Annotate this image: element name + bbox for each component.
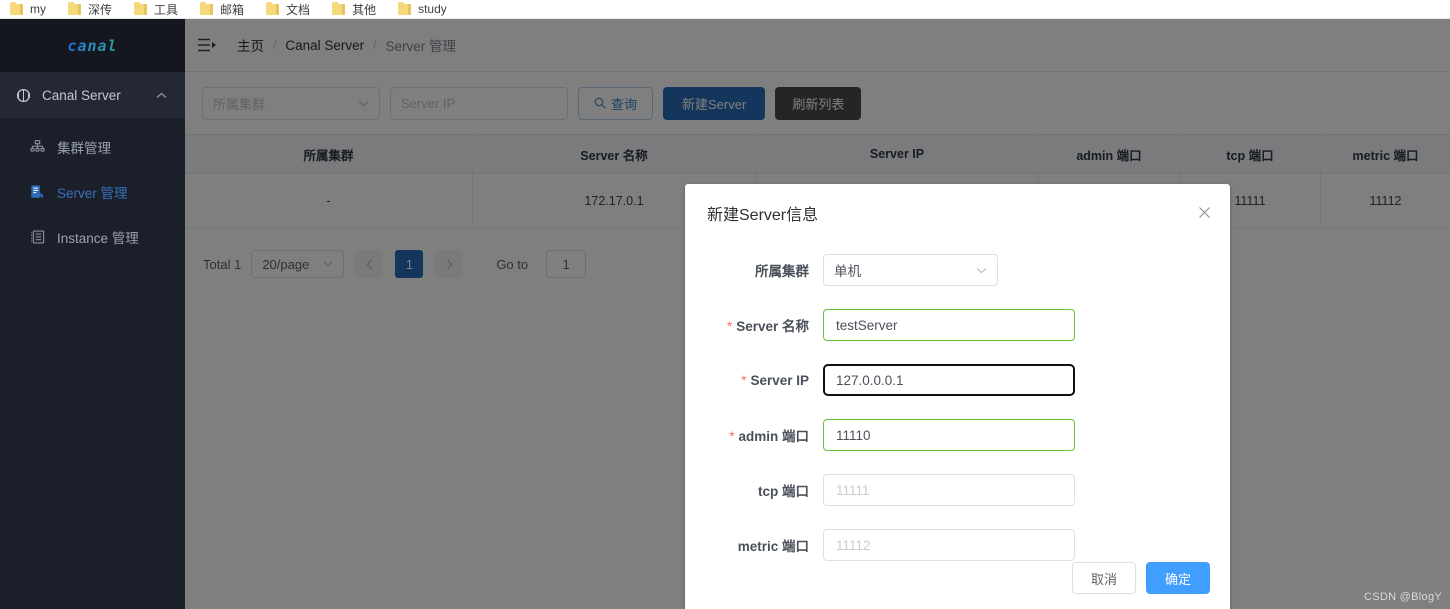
bookmark-label: 文档: [286, 2, 311, 17]
form-row-cluster: 所属集群 单机: [685, 254, 1230, 286]
bookmark-item[interactable]: 邮箱: [200, 0, 244, 19]
browser-bookmarks-bar: my 深传 工具 邮箱 文档 其他 study: [0, 0, 1450, 19]
label-server-ip: * Server IP: [685, 373, 823, 388]
required-marker: *: [726, 319, 733, 334]
bookmark-item[interactable]: 深传: [68, 0, 112, 19]
label-metric-port: metric 端口: [685, 535, 823, 555]
field-label-text: metric 端口: [737, 539, 809, 554]
dialog-footer: 取消 确定: [1071, 562, 1210, 594]
form-row-admin-port: * admin 端口: [685, 419, 1230, 451]
bookmark-item[interactable]: my: [10, 0, 46, 19]
control-server-ip: [822, 363, 1076, 397]
control-cluster: 单机: [823, 254, 1075, 286]
server-doc-icon: [28, 184, 46, 199]
label-cluster: 所属集群: [685, 260, 823, 280]
form-row-server-name: * Server 名称: [685, 309, 1230, 341]
canal-node-icon: [14, 88, 32, 103]
dialog-header: 新建Server信息: [685, 184, 1230, 241]
cluster-select[interactable]: 单机: [823, 254, 998, 286]
field-label-text: Server IP: [750, 372, 809, 388]
field-label-text: 所属集群: [755, 264, 809, 279]
dialog-form: 所属集群 单机 * Server 名称 testServer * Server …: [685, 241, 1230, 561]
form-row-tcp-port: tcp 端口: [685, 474, 1230, 506]
bookmark-item[interactable]: 文档: [266, 0, 310, 19]
logo-text: canal: [67, 36, 118, 55]
sidebar-submenu: 集群管理 Server 管理 Instance 管理: [0, 118, 185, 259]
application-shell: canal Canal Server 集群管理 Server 管理 Instan…: [0, 19, 1450, 609]
field-label-text: Server 名称: [736, 319, 809, 334]
bookmark-item[interactable]: 其他: [332, 0, 376, 19]
watermark: CSDN @BlogY: [1363, 591, 1442, 603]
sidebar-group-canal-server[interactable]: Canal Server: [0, 72, 185, 118]
field-label-text: admin 端口: [738, 429, 809, 444]
control-server-name: [823, 309, 1075, 341]
sidebar-item-cluster-management[interactable]: 集群管理: [0, 124, 185, 169]
server-ip-input[interactable]: [822, 363, 1076, 397]
sidebar-item-label: Instance 管理: [57, 230, 139, 246]
form-row-metric-port: metric 端口: [685, 529, 1230, 561]
folder-icon: [134, 1, 148, 15]
instance-list-icon: [28, 230, 46, 244]
sidebar-item-label: Server 管理: [57, 185, 128, 201]
control-metric-port: [823, 529, 1075, 561]
folder-icon: [10, 1, 23, 15]
brand-logo: canal: [0, 19, 185, 72]
dialog-title: 新建Server信息: [707, 206, 819, 224]
cluster-select-value: 单机: [834, 264, 861, 279]
bookmark-label: my: [30, 2, 46, 16]
label-admin-port: * admin 端口: [685, 425, 823, 445]
sidebar-item-server-management[interactable]: Server 管理: [0, 169, 185, 214]
tcp-port-input[interactable]: [823, 474, 1075, 506]
required-marker: *: [741, 372, 747, 388]
required-marker: *: [729, 429, 735, 444]
control-admin-port: [823, 419, 1075, 451]
folder-icon: [266, 1, 280, 15]
bookmark-label: 其他: [352, 2, 377, 17]
confirm-button[interactable]: 确定: [1145, 562, 1210, 594]
bookmark-item[interactable]: 工具: [134, 0, 178, 19]
sidebar-item-instance-management[interactable]: Instance 管理: [0, 214, 185, 259]
label-tcp-port: tcp 端口: [685, 480, 823, 500]
bookmark-label: study: [418, 2, 447, 16]
form-row-server-ip: * Server IP: [685, 363, 1230, 397]
folder-icon: [200, 1, 214, 15]
admin-port-input[interactable]: [823, 419, 1075, 451]
app-root: my 深传 工具 邮箱 文档 其他 study canal Canal Serv…: [0, 0, 1450, 609]
chevron-up-icon: [156, 92, 167, 99]
bookmark-label: 工具: [154, 2, 179, 17]
cancel-button[interactable]: 取消: [1071, 562, 1136, 594]
bookmark-label: 邮箱: [220, 2, 245, 17]
org-chart-icon: [28, 139, 46, 154]
bookmark-label: 深传: [88, 2, 113, 17]
sidebar: canal Canal Server 集群管理 Server 管理 Instan…: [0, 19, 185, 609]
folder-icon: [332, 1, 346, 15]
new-server-dialog: 新建Server信息 所属集群 单机 * Server 名称 testServe…: [685, 184, 1230, 609]
bookmark-item[interactable]: study: [398, 0, 447, 19]
chevron-down-icon: [976, 267, 987, 274]
folder-icon: [68, 1, 81, 15]
server-name-input[interactable]: [823, 309, 1075, 341]
label-server-name: * Server 名称: [685, 315, 823, 335]
folder-icon: [398, 1, 412, 15]
close-icon[interactable]: [1194, 202, 1214, 222]
control-tcp-port: [823, 474, 1075, 506]
sidebar-group-label: Canal Server: [42, 87, 121, 103]
sidebar-item-label: 集群管理: [57, 140, 111, 156]
metric-port-input[interactable]: [823, 529, 1075, 561]
field-label-text: tcp 端口: [757, 484, 809, 499]
